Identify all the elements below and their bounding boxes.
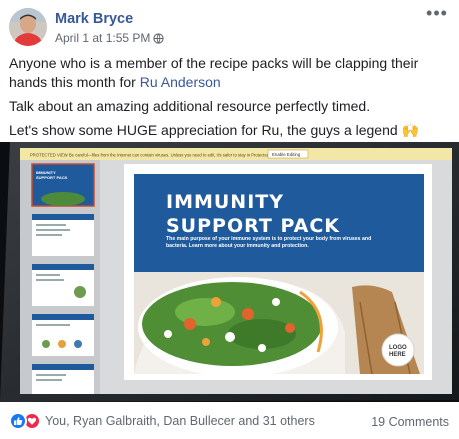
slide-body-container: The main purpose of your immune system i…	[166, 236, 372, 249]
logo-text-1: LOGO	[389, 345, 407, 351]
thumbnail-1-title-2: SUPPORT PACK	[36, 175, 68, 180]
slide-title-line1: IMMUNITY	[166, 191, 284, 213]
globe-icon	[153, 32, 165, 44]
post-footer: You, Ryan Galbraith, Dan Bullecer and 31…	[0, 408, 459, 432]
post-paragraph-1: Anyone who is a member of the recipe pac…	[9, 54, 455, 92]
like-reaction-icon	[9, 412, 27, 430]
comments-count[interactable]: 19 Comments	[371, 415, 449, 429]
post-photo[interactable]: PROTECTED VIEW Be careful—files from the…	[0, 142, 459, 402]
more-options-button[interactable]: •••	[425, 4, 449, 24]
mention-link[interactable]: Ru Anderson	[140, 74, 221, 90]
thumbnail-3	[32, 264, 94, 306]
post-text: Anyone who is a member of the recipe pac…	[9, 54, 455, 145]
protected-view-text: PROTECTED VIEW Be careful—files from the…	[30, 153, 280, 158]
avatar-photo	[9, 8, 47, 46]
slide-title-line2: SUPPORT PACK	[166, 215, 340, 237]
enable-editing-text: Enable Editing	[272, 152, 301, 157]
thumbnail-4	[32, 314, 94, 356]
reactions-summary[interactable]: You, Ryan Galbraith, Dan Bullecer and 31…	[9, 412, 315, 430]
post-paragraph-3: Let's show some HUGE appreciation for Ru…	[9, 122, 419, 138]
post-timestamp[interactable]: April 1 at 1:55 PM	[55, 31, 165, 45]
slide-body-text: The main purpose of your immune system i…	[166, 236, 372, 249]
author-name[interactable]: Mark Bryce	[55, 11, 133, 27]
post-header: Mark Bryce April 1 at 1:55 PM •••	[9, 4, 449, 46]
avatar[interactable]	[9, 8, 47, 46]
timestamp-text[interactable]: April 1 at 1:55 PM	[55, 31, 150, 45]
reactions-text[interactable]: You, Ryan Galbraith, Dan Bullecer and 31…	[45, 414, 315, 428]
photo-svg: PROTECTED VIEW Be careful—files from the…	[0, 142, 459, 402]
post-paragraph-2: Talk about an amazing additional resourc…	[9, 98, 371, 114]
logo-text-2: HERE	[389, 352, 406, 358]
